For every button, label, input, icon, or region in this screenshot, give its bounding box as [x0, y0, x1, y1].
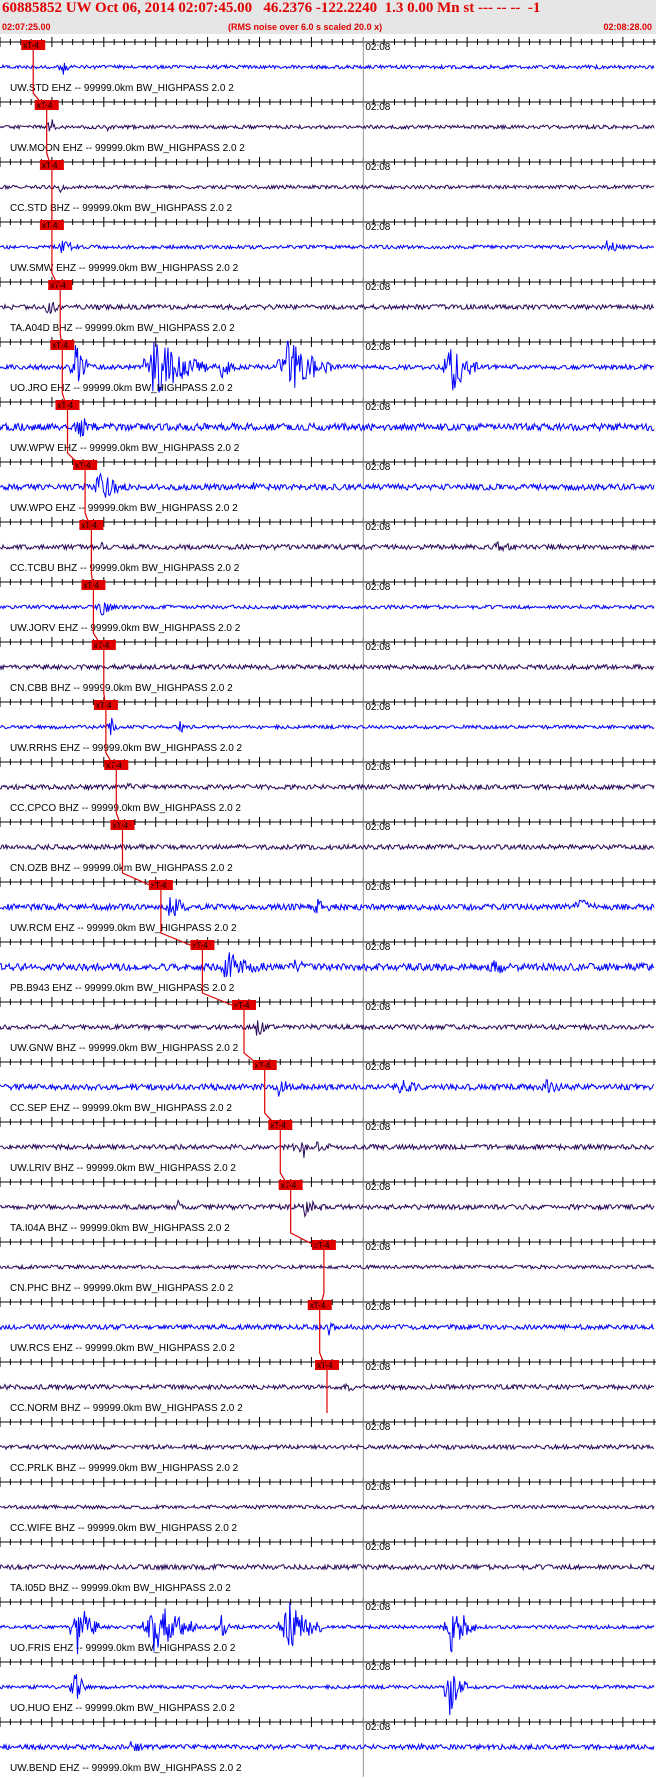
trace-label: CC.CPCO BHZ -- 99999.0km BW_HIGHPASS 2.0…	[10, 803, 241, 814]
trace-label: UW.JORV EHZ -- 99999.0km BW_HIGHPASS 2.0…	[10, 623, 241, 634]
trace-label: UW.LRIV BHZ -- 99999.0km BW_HIGHPASS 2.0…	[10, 1163, 236, 1174]
waveform-trace	[0, 1141, 655, 1158]
waveform-trace	[0, 952, 655, 978]
trace-label: UO.JRO EHZ -- 99999.0km BW_HIGHPASS 2.0 …	[10, 383, 233, 394]
minute-label: 02:08	[365, 222, 390, 233]
trace-label: CC.WIFE BHZ -- 99999.0km BW_HIGHPASS 2.0…	[10, 1523, 238, 1534]
trace-label: UW.STD EHZ -- 99999.0km BW_HIGHPASS 2.0 …	[10, 83, 234, 94]
minute-label: 02:08	[365, 522, 390, 533]
waveform-trace	[0, 183, 655, 194]
trace-label: UW.MOON EHZ -- 99999.0km BW_HIGHPASS 2.0…	[10, 143, 245, 154]
minute-label: 02:08	[365, 882, 390, 893]
pick-label: xT-4	[94, 641, 110, 650]
minute-label: 02:08	[365, 1002, 390, 1013]
trace-label: UW.SMW EHZ -- 99999.0km BW_HIGHPASS 2.0 …	[10, 263, 239, 274]
pick-label: xT-4	[310, 1301, 326, 1310]
trace-label: CC.STD BHZ -- 99999.0km BW_HIGHPASS 2.0 …	[10, 203, 233, 214]
rms-subtitle: (RMS noise over 6.0 s scaled 20.0 x)	[228, 22, 383, 32]
pick-label: xT-4	[281, 1181, 297, 1190]
minute-label: 02:08	[365, 1662, 390, 1673]
header-bar: 60885852 UW Oct 06, 2014 02:07:45.00 46.…	[0, 0, 656, 34]
trace-label: CC.NORM BHZ -- 99999.0km BW_HIGHPASS 2.0…	[10, 1403, 243, 1414]
minute-label: 02:08	[365, 582, 390, 593]
trace-label: UW.WPW EHZ -- 99999.0km BW_HIGHPASS 2.0 …	[10, 443, 240, 454]
waveform-trace	[0, 62, 655, 75]
pick-label: xT-4	[23, 41, 39, 50]
pick-label: xT-4	[83, 581, 99, 590]
waveform-trace	[0, 1503, 655, 1511]
trace-label: CC.PRLK BHZ -- 99999.0km BW_HIGHPASS 2.0…	[10, 1463, 239, 1474]
trace-label: UO.HUO EHZ -- 99999.0km BW_HIGHPASS 2.0 …	[10, 1703, 235, 1714]
waveform-trace	[0, 119, 655, 133]
trace-label: CC.TCBU BHZ -- 99999.0km BW_HIGHPASS 2.0…	[10, 563, 240, 574]
minute-label: 02:08	[365, 1422, 390, 1433]
waveform-trace	[0, 1562, 655, 1572]
minute-label: 02:08	[365, 1242, 390, 1253]
minute-label: 02:08	[365, 1062, 390, 1073]
minute-label: 02:08	[365, 1482, 390, 1493]
waveform-trace	[0, 1079, 655, 1097]
waveform-trace	[0, 240, 655, 254]
minute-label: 02:08	[365, 402, 390, 413]
waveform-trace	[0, 602, 655, 616]
pick-label: xT-4	[96, 701, 112, 710]
trace-label: UW.WPO EHZ -- 99999.0km BW_HIGHPASS 2.0 …	[10, 503, 238, 514]
waveform-trace	[0, 1263, 655, 1271]
trace-label: TA.I04A BHZ -- 99999.0km BW_HIGHPASS 2.0…	[10, 1223, 230, 1234]
end-time-label: 02:08:28.00	[603, 22, 652, 32]
waveform-trace	[0, 842, 655, 851]
trace-label: UW.BEND EHZ -- 99999.0km BW_HIGHPASS 2.0…	[10, 1763, 242, 1774]
waveform-trace	[0, 418, 655, 437]
trace-label: CN.CBB BHZ -- 99999.0km BW_HIGHPASS 2.0 …	[10, 683, 233, 694]
minute-label: 02:08	[365, 642, 390, 653]
minute-label: 02:08	[365, 462, 390, 473]
waveform-trace	[0, 1443, 655, 1451]
pick-label: xT-4	[106, 761, 122, 770]
trace-label: CN.PHC BHZ -- 99999.0km BW_HIGHPASS 2.0 …	[10, 1283, 234, 1294]
minute-label: 02:08	[365, 702, 390, 713]
trace-label: UW.RCM EHZ -- 99999.0km BW_HIGHPASS 2.0 …	[10, 923, 237, 934]
minute-label: 02:08	[365, 1362, 390, 1373]
pick-label: xT-4	[42, 221, 58, 230]
minute-label: 02:08	[365, 1122, 390, 1133]
start-time-label: 02:07:25.00	[2, 22, 51, 32]
trace-label: TA.A04D BHZ -- 99999.0km BW_HIGHPASS 2.0…	[10, 323, 235, 334]
waveform-trace	[0, 1199, 655, 1218]
minute-label: 02:08	[365, 42, 390, 53]
seismogram-plot: 02:08 UW.STD EHZ -- 99999.0km BW_HIGHPASS…	[0, 37, 656, 1777]
waveform-trace	[0, 717, 655, 736]
event-title: 60885852 UW Oct 06, 2014 02:07:45.00 46.…	[2, 0, 541, 16]
trace-label: UO.FRIS EHZ -- 99999.0km BW_HIGHPASS 2.0…	[10, 1643, 236, 1654]
waveform-trace	[0, 1741, 655, 1752]
minute-label: 02:08	[365, 1602, 390, 1613]
waveform-trace	[0, 897, 655, 917]
trace-label: CC.SEP EHZ -- 99999.0km BW_HIGHPASS 2.0 …	[10, 1103, 232, 1114]
minute-label: 02:08	[365, 822, 390, 833]
trace-label: PB.B943 EHZ -- 99999.0km BW_HIGHPASS 2.0…	[10, 983, 235, 994]
trace-label: UW.RRHS EHZ -- 99999.0km BW_HIGHPASS 2.0…	[10, 743, 243, 754]
trace-label: TA.I05D BHZ -- 99999.0km BW_HIGHPASS 2.0…	[10, 1583, 231, 1594]
waveform-trace	[0, 472, 655, 498]
minute-label: 02:08	[365, 1182, 390, 1193]
waveform-trace	[0, 1321, 655, 1336]
trace-label: UW.GNW BHZ -- 99999.0km BW_HIGHPASS 2.0 …	[10, 1043, 239, 1054]
pick-label: xT-4	[37, 101, 53, 110]
pick-label: xT-4	[52, 341, 68, 350]
minute-label: 02:08	[365, 162, 390, 173]
trace-label: CN.OZB BHZ -- 99999.0km BW_HIGHPASS 2.0 …	[10, 863, 233, 874]
minute-label: 02:08	[365, 342, 390, 353]
waveform-trace	[0, 782, 655, 792]
waveform-trace	[0, 1020, 655, 1036]
minute-label: 02:08	[365, 942, 390, 953]
minute-label: 02:08	[365, 1722, 390, 1733]
minute-label: 02:08	[365, 282, 390, 293]
waveform-trace	[0, 662, 655, 672]
trace-label: UW.RCS EHZ -- 99999.0km BW_HIGHPASS 2.0 …	[10, 1343, 235, 1354]
minute-label: 02:08	[365, 1542, 390, 1553]
waveform-trace	[0, 541, 655, 553]
minute-label: 02:08	[365, 102, 390, 113]
waveform-trace	[0, 301, 655, 315]
minute-label: 02:08	[365, 762, 390, 773]
minute-label: 02:08	[365, 1302, 390, 1313]
